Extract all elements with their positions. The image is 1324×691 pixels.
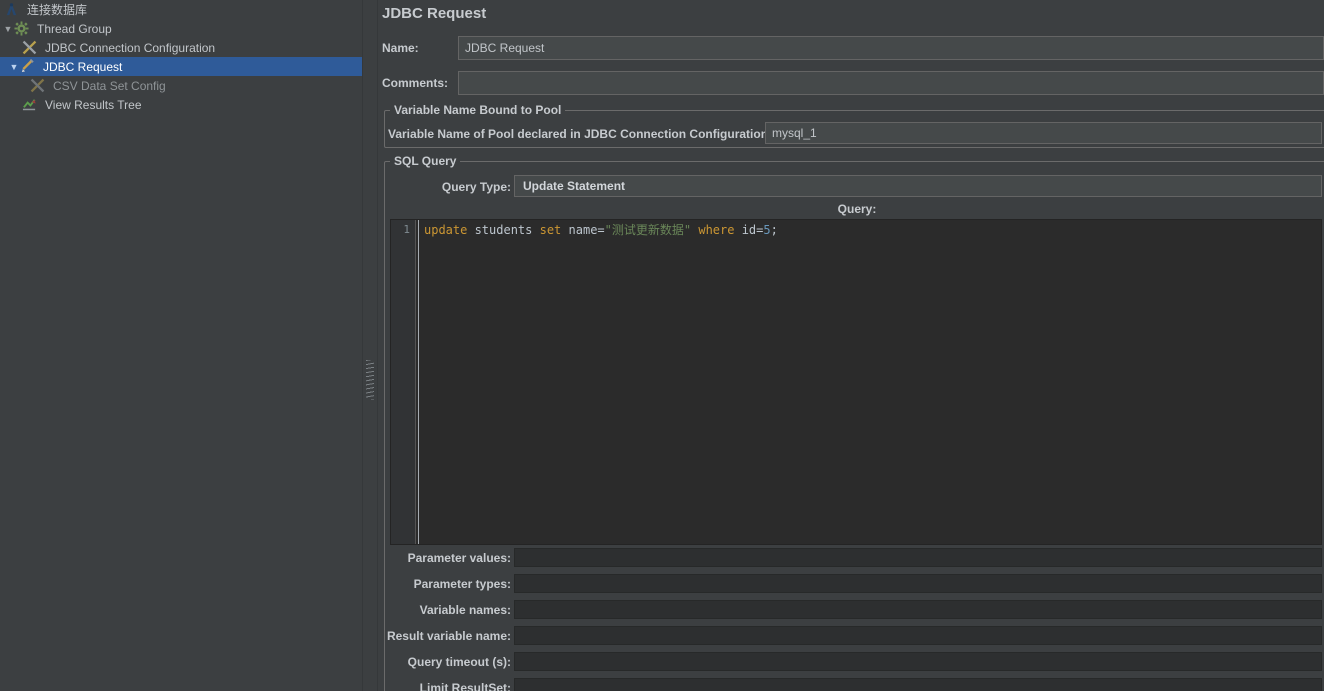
name-input[interactable] bbox=[458, 36, 1324, 60]
pool-variable-input[interactable] bbox=[765, 122, 1322, 144]
query-column-header: Query: bbox=[837, 202, 877, 216]
sql-token: update bbox=[424, 223, 468, 237]
thread-group-gear-icon bbox=[14, 21, 29, 36]
pool-group-title: Variable Name Bound to Pool bbox=[390, 103, 566, 117]
tree-item-thread-group[interactable]: ▼ Thread Group bbox=[0, 19, 362, 38]
jdbc-config-icon bbox=[22, 40, 37, 55]
sql-editor[interactable]: 1 update students set name="测试更新数据" wher… bbox=[390, 219, 1322, 545]
name-label: Name: bbox=[382, 41, 419, 55]
sql-token: name= bbox=[561, 223, 605, 237]
line-number: 1 bbox=[403, 223, 410, 236]
csv-config-icon bbox=[30, 78, 45, 93]
tree-item-label: JDBC Request bbox=[43, 59, 123, 74]
jdbc-request-panel: JDBC Request Name: Comments: Variable Na… bbox=[378, 0, 1324, 691]
tree-item-view-results-tree[interactable]: View Results Tree bbox=[0, 95, 362, 114]
variable-names-label: Variable names: bbox=[419, 603, 511, 617]
parameter-types-label: Parameter types: bbox=[413, 577, 511, 591]
test-plan-icon bbox=[4, 2, 19, 17]
sql-token: "测试更新数据" bbox=[604, 223, 692, 237]
sql-token: 5 bbox=[763, 223, 771, 237]
comments-label: Comments: bbox=[382, 76, 449, 90]
expand-arrow-icon[interactable]: ▼ bbox=[2, 24, 14, 34]
jdbc-sampler-icon bbox=[20, 59, 35, 74]
pool-variable-label: Variable Name of Pool declared in JDBC C… bbox=[388, 127, 773, 141]
sql-token: where bbox=[698, 223, 735, 237]
tree-item-label: CSV Data Set Config bbox=[53, 78, 166, 93]
sql-token: ; bbox=[770, 223, 778, 237]
tree-item-label: JDBC Connection Configuration bbox=[45, 40, 216, 55]
tree-item-csv-data-set-config[interactable]: CSV Data Set Config bbox=[0, 76, 362, 95]
sql-code-line: update students set name="测试更新数据" where … bbox=[424, 223, 778, 238]
parameter-types-input[interactable] bbox=[514, 574, 1322, 593]
limit-resultset-input[interactable] bbox=[514, 678, 1322, 691]
tree-panel-splitter[interactable] bbox=[362, 0, 378, 691]
sql-token: id= bbox=[734, 223, 764, 237]
query-timeout-input[interactable] bbox=[514, 652, 1322, 671]
results-tree-icon bbox=[22, 97, 37, 112]
query-type-label: Query Type: bbox=[441, 180, 511, 194]
jmeter-window: 连接数据库 ▼ Thread Group JDBC Connection Con… bbox=[0, 0, 1324, 691]
result-variable-name-input[interactable] bbox=[514, 626, 1322, 645]
sql-token: set bbox=[539, 223, 562, 237]
splitter-grip[interactable] bbox=[366, 360, 374, 400]
tree-item-jdbc-request[interactable]: ▼ JDBC Request bbox=[0, 57, 362, 76]
test-plan-tree: 连接数据库 ▼ Thread Group JDBC Connection Con… bbox=[0, 0, 362, 691]
parameter-values-input[interactable] bbox=[514, 548, 1322, 567]
page-title: JDBC Request bbox=[382, 5, 487, 22]
tree-item-label: 连接数据库 bbox=[27, 3, 88, 17]
tree-item-test-plan[interactable]: 连接数据库 bbox=[0, 0, 362, 19]
query-timeout-label: Query timeout (s): bbox=[407, 655, 511, 669]
limit-resultset-label: Limit ResultSet: bbox=[419, 681, 511, 691]
editor-line-number-gutter: 1 bbox=[391, 220, 416, 544]
query-type-value: Update Statement bbox=[523, 179, 626, 193]
tree-item-label: Thread Group bbox=[37, 21, 112, 36]
tree-item-jdbc-connection-configuration[interactable]: JDBC Connection Configuration bbox=[0, 38, 362, 57]
result-variable-name-label: Result variable name: bbox=[386, 629, 511, 643]
editor-guide-line bbox=[418, 220, 419, 544]
variable-names-input[interactable] bbox=[514, 600, 1322, 619]
expand-arrow-icon[interactable]: ▼ bbox=[8, 62, 20, 72]
tree-item-label: View Results Tree bbox=[45, 97, 142, 112]
parameter-values-label: Parameter values: bbox=[407, 551, 511, 565]
comments-input[interactable] bbox=[458, 71, 1324, 95]
sql-group-title: SQL Query bbox=[390, 154, 461, 168]
sql-token: students bbox=[467, 223, 540, 237]
query-type-select[interactable]: Update Statement bbox=[514, 175, 1322, 197]
